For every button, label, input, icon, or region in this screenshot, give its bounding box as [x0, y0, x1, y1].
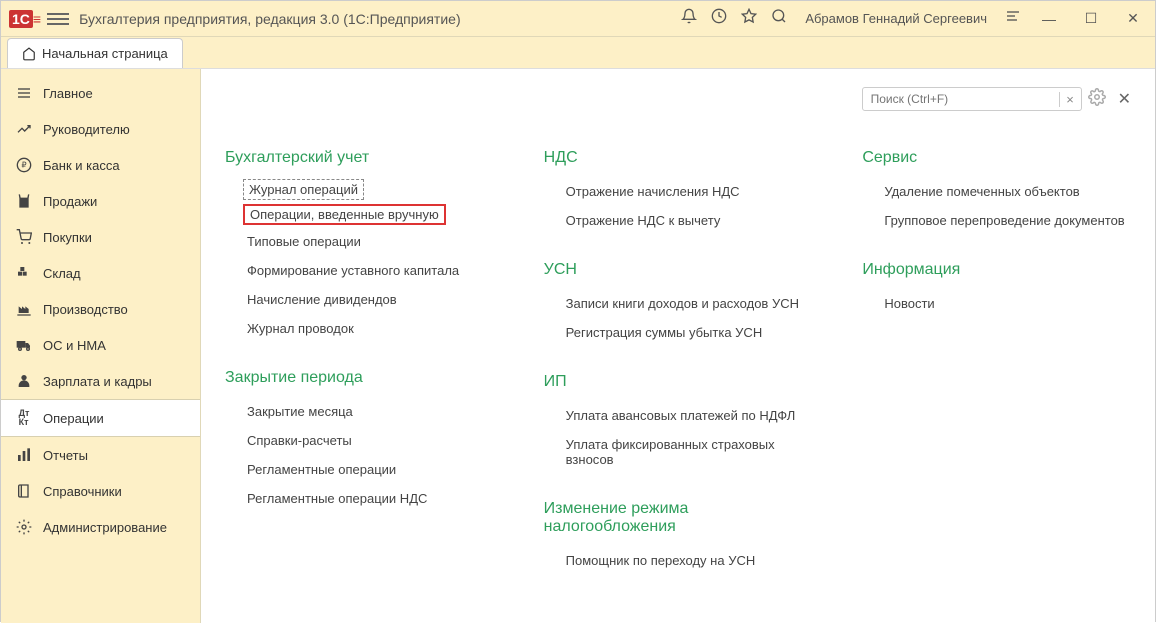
app-title: Бухгалтерия предприятия, редакция 3.0 (1…	[79, 11, 681, 27]
column-0: Бухгалтерский учет Журнал операций Операци…	[225, 145, 494, 577]
menu-link[interactable]: Новости	[862, 291, 934, 316]
warehouse-icon	[15, 264, 33, 282]
sidebar-item-11[interactable]: Справочники	[1, 473, 200, 509]
sidebar-item-label: Продажи	[43, 194, 97, 209]
titlebar: 1C≡ Бухгалтерия предприятия, редакция 3.…	[1, 1, 1155, 37]
sidebar-item-label: Администрирование	[43, 520, 167, 535]
bell-icon[interactable]	[681, 8, 697, 29]
sidebar-item-1[interactable]: Руководителю	[1, 111, 200, 147]
sidebar-item-label: Банк и касса	[43, 158, 120, 173]
tab-home[interactable]: Начальная страница	[7, 38, 183, 68]
section-title: ИП	[544, 373, 813, 391]
section-title: Закрытие периода	[225, 369, 494, 387]
books-icon	[15, 482, 33, 500]
user-name[interactable]: Абрамов Геннадий Сергеевич	[805, 11, 987, 26]
menu-link[interactable]: Групповое перепроведение документов	[862, 208, 1124, 233]
menu-icon	[15, 84, 33, 102]
menu-link[interactable]: Регламентные операции	[225, 457, 396, 482]
column-2: Сервис Удаление помеченных объектов Группо…	[862, 145, 1131, 577]
sidebar-item-label: Зарплата и кадры	[43, 374, 152, 389]
sidebar-item-3[interactable]: Продажи	[1, 183, 200, 219]
sidebar-item-6[interactable]: Производство	[1, 291, 200, 327]
sidebar-item-label: Склад	[43, 266, 81, 281]
menu-link[interactable]: Типовые операции	[225, 229, 361, 254]
section-title: НДС	[544, 149, 813, 167]
menu-link[interactable]: Записи книги доходов и расходов УСН	[544, 291, 799, 316]
sidebar-item-7[interactable]: ОС и НМА	[1, 327, 200, 363]
history-icon[interactable]	[711, 8, 727, 29]
menu-link[interactable]: Регистрация суммы убытка УСН	[544, 320, 763, 345]
sidebar-item-label: Справочники	[43, 484, 122, 499]
section-title: Бухгалтерский учет	[225, 149, 494, 167]
sidebar: Главное Руководителю ₽ Банк и касса Продажи П…	[1, 69, 201, 623]
content-toolbar: × ✕	[225, 87, 1131, 111]
maximize-button[interactable]: ☐	[1077, 10, 1105, 27]
menu-icon[interactable]	[47, 8, 69, 30]
section-title: Изменение режима налогообложения	[544, 500, 813, 536]
search-box: ×	[862, 87, 1082, 111]
content-area: × ✕ Бухгалтерский учет Журнал операций Опе…	[201, 69, 1155, 623]
sidebar-item-label: Операции	[43, 411, 104, 426]
chart-icon	[15, 120, 33, 138]
menu-link[interactable]: Операции, введенные вручную	[243, 204, 446, 225]
sidebar-item-4[interactable]: Покупки	[1, 219, 200, 255]
sidebar-item-2[interactable]: ₽ Банк и касса	[1, 147, 200, 183]
sidebar-item-label: Производство	[43, 302, 128, 317]
sidebar-item-0[interactable]: Главное	[1, 75, 200, 111]
bag-icon	[15, 192, 33, 210]
menu-link[interactable]: Отражение начисления НДС	[544, 179, 740, 204]
ruble-icon: ₽	[15, 156, 33, 174]
logo-1c: 1C≡	[9, 11, 41, 27]
sidebar-item-label: Руководителю	[43, 122, 130, 137]
menu-link[interactable]: Регламентные операции НДС	[225, 486, 427, 511]
sidebar-item-9[interactable]: ДтКт Операции	[1, 399, 200, 437]
close-button[interactable]: ✕	[1119, 10, 1147, 27]
gear-icon	[15, 518, 33, 536]
section-title: УСН	[544, 261, 813, 279]
section-title: Сервис	[862, 149, 1131, 167]
menu-link[interactable]: Отражение НДС к вычету	[544, 208, 721, 233]
menu-link[interactable]: Помощник по переходу на УСН	[544, 548, 756, 573]
factory-icon	[15, 300, 33, 318]
sidebar-item-10[interactable]: Отчеты	[1, 437, 200, 473]
home-icon	[22, 47, 36, 61]
menu-link[interactable]: Закрытие месяца	[225, 399, 353, 424]
dtkt-icon: ДтКт	[15, 409, 33, 427]
svg-text:₽: ₽	[21, 161, 26, 170]
tab-bar: Начальная страница	[1, 37, 1155, 69]
menu-link[interactable]: Формирование уставного капитала	[225, 258, 459, 283]
sidebar-item-12[interactable]: Администрирование	[1, 509, 200, 545]
sidebar-item-label: Отчеты	[43, 448, 88, 463]
menu-link[interactable]: Журнал операций	[243, 179, 364, 200]
minimize-button[interactable]: —	[1035, 11, 1063, 27]
gear-icon[interactable]	[1088, 88, 1106, 111]
menu-link[interactable]: Уплата фиксированных страховых взносов	[544, 432, 813, 472]
truck-icon	[15, 336, 33, 354]
menu-link[interactable]: Начисление дивидендов	[225, 287, 397, 312]
menu-link[interactable]: Уплата авансовых платежей по НДФЛ	[544, 403, 796, 428]
sidebar-item-label: ОС и НМА	[43, 338, 106, 353]
panel-settings-icon[interactable]	[1005, 8, 1021, 29]
sidebar-item-label: Покупки	[43, 230, 92, 245]
search-icon[interactable]	[771, 8, 787, 29]
star-icon[interactable]	[741, 8, 757, 29]
menu-link[interactable]: Справки-расчеты	[225, 428, 352, 453]
menu-link[interactable]: Удаление помеченных объектов	[862, 179, 1079, 204]
sidebar-item-label: Главное	[43, 86, 93, 101]
section-title: Информация	[862, 261, 1131, 279]
cart-icon	[15, 228, 33, 246]
bars-icon	[15, 446, 33, 464]
menu-link[interactable]: Журнал проводок	[225, 316, 354, 341]
sidebar-item-5[interactable]: Склад	[1, 255, 200, 291]
tab-label: Начальная страница	[42, 46, 168, 61]
sidebar-item-8[interactable]: Зарплата и кадры	[1, 363, 200, 399]
person-icon	[15, 372, 33, 390]
close-panel-button[interactable]: ✕	[1118, 89, 1131, 109]
column-1: НДС Отражение начисления НДС Отражение НДС…	[544, 145, 813, 577]
search-clear-button[interactable]: ×	[1059, 92, 1081, 107]
search-input[interactable]	[863, 92, 1059, 106]
